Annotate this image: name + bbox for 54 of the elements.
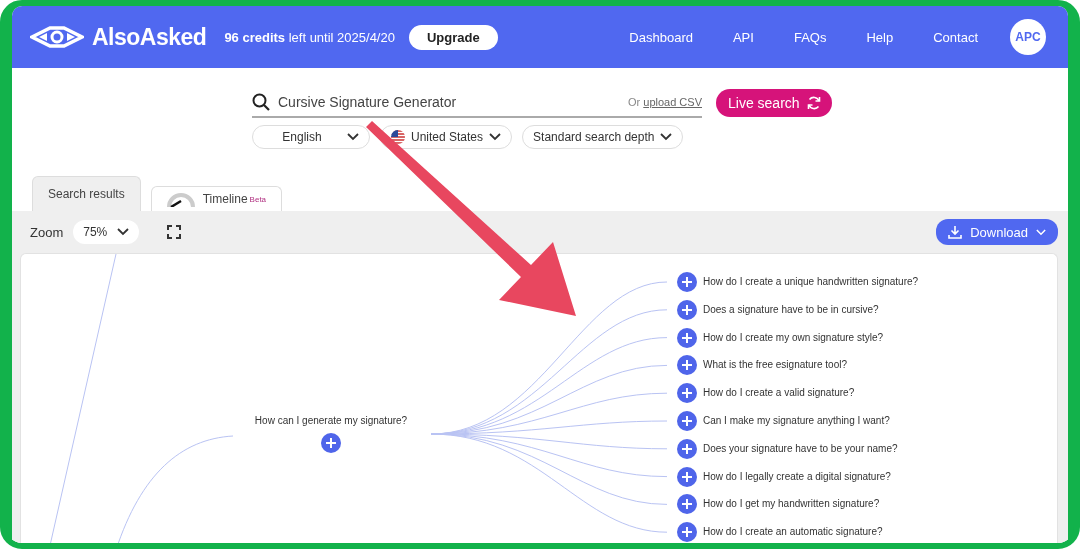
credits-text: 96 credits left until 2025/4/20 (224, 29, 395, 45)
fullscreen-icon[interactable] (167, 225, 182, 239)
filter-dropdown[interactable]: Standard search depth (522, 125, 684, 149)
question-text: How do I create a unique handwritten signature? (703, 276, 919, 287)
nav-link[interactable]: Help (866, 29, 894, 45)
download-icon (948, 225, 963, 239)
expand-button[interactable] (677, 272, 697, 292)
nav-link[interactable]: API (732, 29, 754, 45)
question-text: What is the free esignature tool? (703, 359, 847, 371)
logo-text: AlsoAsked (92, 23, 207, 51)
filter-dropdown[interactable]: English (252, 125, 370, 149)
chevron-icon (489, 133, 502, 141)
refresh-icon (805, 94, 822, 111)
expand-button[interactable] (677, 494, 697, 515)
tab[interactable]: Search results (32, 176, 141, 211)
expand-button[interactable] (677, 327, 697, 348)
question-text: How do I legally create a digital signature? (703, 470, 891, 482)
question-text: How do I get my handwritten signature? (703, 498, 880, 510)
expand-button[interactable] (677, 383, 697, 404)
search-icon (252, 92, 270, 111)
question-text: Does your signature have to be your name? (703, 442, 898, 454)
zoom-dropdown[interactable]: 75% (73, 220, 140, 244)
expand-button[interactable] (677, 299, 697, 320)
live-search-button[interactable]: Live search (716, 88, 832, 117)
chevron-icon (347, 133, 359, 141)
nav-link[interactable]: Dashboard (629, 29, 693, 45)
upload-csv-link[interactable]: upload CSV (643, 95, 702, 108)
question-text: How do I create my own signature style? (703, 331, 884, 343)
chevron-icon (1036, 228, 1046, 236)
expand-button[interactable] (677, 466, 697, 487)
upgrade-button[interactable]: Upgrade (408, 24, 498, 50)
expand-button[interactable] (321, 433, 341, 453)
chevron-icon (660, 133, 673, 141)
upload-hint: Or upload CSV (628, 95, 702, 108)
expand-button[interactable] (677, 438, 697, 459)
nav-link[interactable]: FAQs (793, 29, 827, 45)
flag-icon (391, 130, 405, 144)
gauge-icon (166, 191, 195, 207)
expand-button[interactable] (677, 355, 697, 376)
expand-button[interactable] (677, 522, 697, 543)
question-text: Can I make my signature anything I want? (703, 415, 890, 426)
question-text: Does a signature have to be in cursive? (703, 303, 879, 315)
download-button[interactable]: Download (936, 219, 1058, 245)
chevron-icon (117, 228, 130, 236)
tab[interactable]: Timeline $^{Beta}$ (150, 186, 283, 211)
zoom-label: Zoom (30, 224, 64, 240)
avatar[interactable]: APC (1010, 19, 1046, 55)
expand-button[interactable] (677, 411, 697, 431)
question-text: How do I create a valid signature? (703, 387, 855, 399)
nav-link[interactable]: Contact (933, 29, 978, 45)
search-field[interactable]: Cursive Signature Generator Or upload CSV (252, 87, 702, 118)
question-text: How can I generate my signature? (253, 415, 409, 426)
logo-icon (30, 26, 84, 48)
question-text: How do I create an automatic signature? (703, 526, 883, 538)
